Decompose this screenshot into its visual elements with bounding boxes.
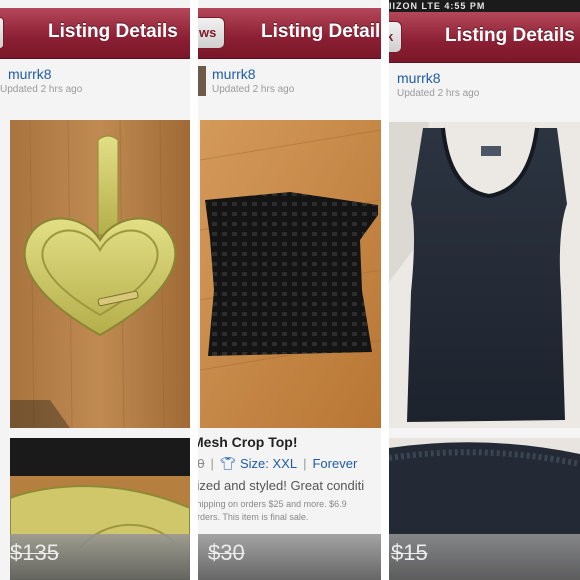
nav-title: Listing Details xyxy=(445,25,575,46)
status-bar: IIZON LTE 4:55 PM xyxy=(389,0,580,12)
seller-username[interactable]: murrk8 xyxy=(212,66,256,82)
listing-photo-main[interactable] xyxy=(200,120,381,428)
updated-time: Updated 2 hrs ago xyxy=(0,84,83,95)
seller-username[interactable]: murrk8 xyxy=(8,66,52,82)
shirt-icon: 👕︎ xyxy=(219,456,237,471)
avatar[interactable] xyxy=(198,66,206,96)
item-meta: 30|👕︎ Size: XXL|Forever xyxy=(198,456,357,472)
listing-photo-thumb[interactable]: $15 xyxy=(389,438,580,580)
back-button[interactable]: k xyxy=(389,21,403,53)
nav-bar: Listing Details xyxy=(0,8,190,59)
price-bar: $15 xyxy=(389,534,580,580)
panel-divider xyxy=(190,0,198,580)
listing-photo-main[interactable] xyxy=(10,120,190,428)
seller-username[interactable]: murrk8 xyxy=(397,70,441,86)
shipping-note-2: orders. This item is final sale. xyxy=(198,512,309,522)
listing-panel-mesh-crop-top: ws Listing Details murrk8 Updated 2 hrs … xyxy=(198,0,381,580)
updated-time: Updated 2 hrs ago xyxy=(397,88,480,99)
nav-bar: k Listing Details xyxy=(389,12,580,63)
nav-title: Listing Details xyxy=(48,21,178,42)
listing-photo-thumb[interactable]: $135 xyxy=(10,438,190,580)
panel-divider xyxy=(381,0,389,580)
listing-price: $30 xyxy=(208,540,245,565)
brand-link[interactable]: Forever xyxy=(312,456,357,471)
price-bar: $135 xyxy=(10,534,190,580)
shipping-note-1: shipping on orders $25 and more. $6.9 xyxy=(198,499,347,509)
back-button[interactable]: ws xyxy=(198,17,226,49)
original-price: 30 xyxy=(198,456,205,471)
listing-photo-main[interactable] xyxy=(389,122,580,428)
item-description: sized and styled! Great conditi xyxy=(198,478,365,493)
item-title: Mesh Crop Top! xyxy=(198,434,298,450)
listing-price: $15 xyxy=(391,540,428,565)
price-bar: $30 xyxy=(198,534,381,580)
back-button[interactable] xyxy=(0,17,4,49)
size-label[interactable]: Size: XXL xyxy=(240,456,297,471)
listing-price: $135 xyxy=(10,540,59,565)
listing-panel-tank-top: IIZON LTE 4:55 PM k Listing Details murr… xyxy=(389,0,580,580)
nav-title: Listing Details xyxy=(261,21,381,42)
nav-bar: ws Listing Details xyxy=(198,8,381,59)
listing-panel-heart-wristlet: Listing Details murrk8 Updated 2 hrs ago xyxy=(0,0,190,580)
updated-time: Updated 2 hrs ago xyxy=(212,84,295,95)
